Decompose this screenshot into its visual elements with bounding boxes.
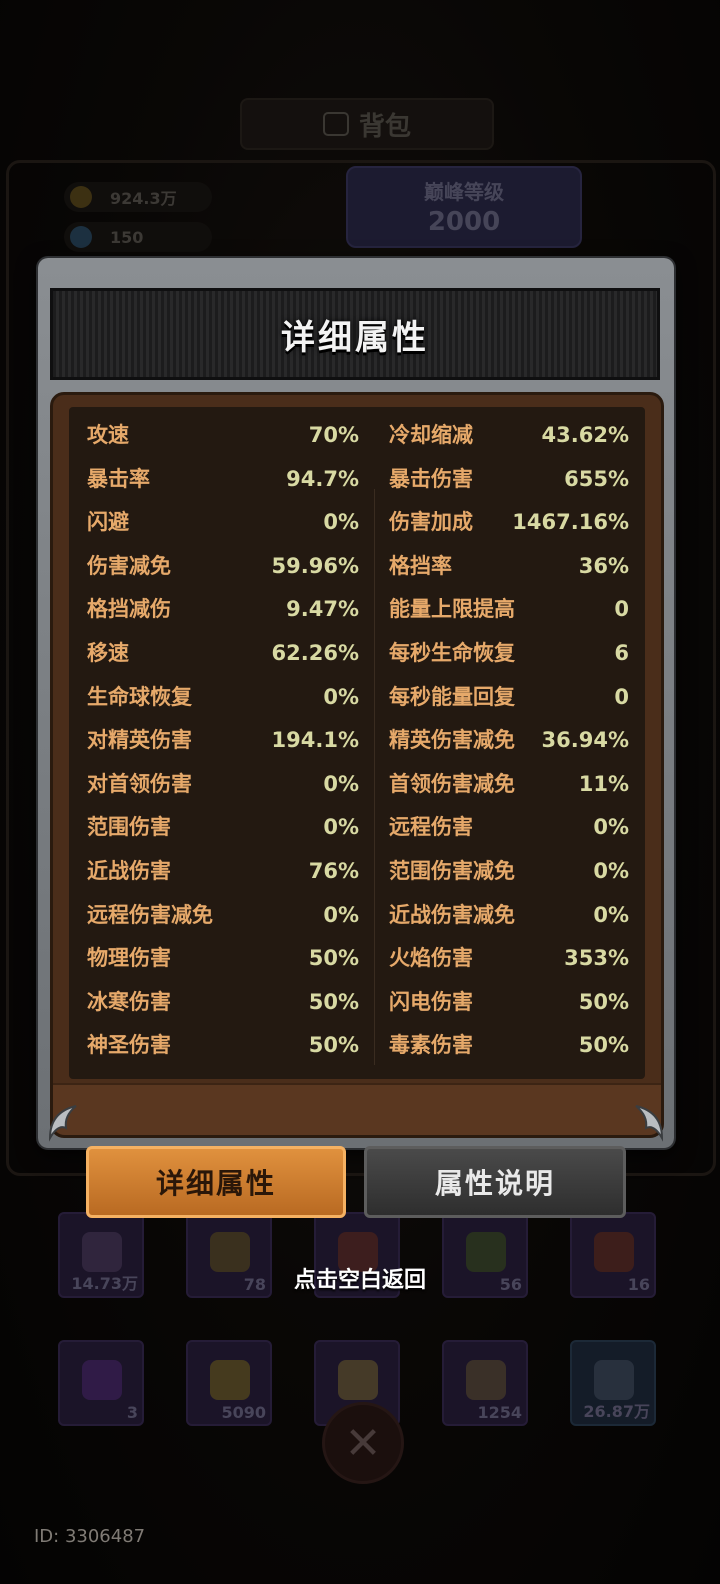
stat-value: 70%: [308, 423, 359, 447]
stat-value: 0%: [323, 815, 359, 840]
stats-list[interactable]: 攻速 70% 冷却缩减 43.62% 暴击率 94.7% 暴击伤害 655% 闪避 0% 伤害加成 1…: [69, 407, 645, 1079]
stat-row: 格挡减伤 9.47% 能量上限提高 0: [69, 589, 645, 629]
stat-value: 76%: [308, 859, 359, 883]
stat-label: 每秒能量回复: [389, 684, 515, 709]
stat-value: 0: [614, 684, 629, 709]
stat-value: 94.7%: [286, 466, 359, 491]
stat-value: 0%: [323, 684, 359, 709]
stat-value: 0%: [323, 902, 359, 927]
modal-header: 详细属性: [50, 288, 660, 380]
stat-value: 194.1%: [271, 728, 359, 753]
stat-value: 50%: [308, 1033, 359, 1058]
stat-value: 50%: [578, 989, 629, 1014]
stat-label: 远程伤害: [389, 815, 473, 840]
stat-value: 43.62%: [541, 423, 629, 447]
stat-row: 移速 62.26% 每秒生命恢复 6: [69, 633, 645, 673]
stat-label: 冰寒伤害: [87, 989, 171, 1014]
stat-value: 0%: [593, 859, 629, 883]
stat-value: 11%: [578, 771, 629, 796]
tab-detail-attributes[interactable]: 详细属性: [86, 1146, 346, 1218]
stat-value: 50%: [308, 946, 359, 971]
corner-ornament-right-icon: [635, 1105, 664, 1142]
stat-row: 近战伤害 76% 范围伤害减免 0%: [69, 851, 645, 891]
stat-label: 对精英伤害: [87, 728, 192, 753]
stat-row: 远程伤害减免 0% 近战伤害减免 0%: [69, 895, 645, 935]
stat-value: 0%: [593, 815, 629, 840]
panel-footer: [53, 1083, 661, 1135]
stat-label: 物理伤害: [87, 946, 171, 971]
stat-label: 对首领伤害: [87, 771, 192, 796]
stat-value: 655%: [564, 466, 629, 491]
stat-value: 62.26%: [271, 641, 359, 665]
detail-attributes-modal: 详细属性 攻速 70% 冷却缩减 43.62% 暴击率 94.7% 暴击伤害 655% 闪避 0%…: [38, 258, 674, 1148]
stat-label: 毒素伤害: [389, 1033, 473, 1058]
stat-value: 36.94%: [541, 728, 629, 753]
tab-attribute-explanation[interactable]: 属性说明: [364, 1146, 626, 1218]
stat-label: 格挡率: [389, 553, 452, 578]
stat-row: 神圣伤害 50% 毒素伤害 50%: [69, 1025, 645, 1065]
stat-value: 1467.16%: [512, 510, 629, 535]
stat-label: 范围伤害: [87, 815, 171, 840]
stat-label: 暴击率: [87, 466, 150, 491]
stat-label: 神圣伤害: [87, 1033, 171, 1058]
stat-value: 353%: [564, 946, 629, 971]
stat-label: 近战伤害: [87, 859, 171, 883]
stat-label: 伤害加成: [389, 510, 473, 535]
stat-row: 攻速 70% 冷却缩减 43.62%: [69, 415, 645, 455]
stat-label: 近战伤害减免: [389, 902, 515, 927]
stat-row: 物理伤害 50% 火焰伤害 353%: [69, 938, 645, 978]
stat-label: 能量上限提高: [389, 597, 515, 622]
stat-row: 伤害减免 59.96% 格挡率 36%: [69, 546, 645, 586]
stat-label: 首领伤害减免: [389, 771, 515, 796]
stat-value: 50%: [308, 989, 359, 1014]
stat-value: 6: [614, 641, 629, 665]
stat-row: 对首领伤害 0% 首领伤害减免 11%: [69, 764, 645, 804]
stat-label: 每秒生命恢复: [389, 641, 515, 665]
tap-to-return-hint: 点击空白返回: [293, 1268, 426, 1293]
stat-row: 对精英伤害 194.1% 精英伤害减免 36.94%: [69, 720, 645, 760]
stat-label: 冷却缩减: [389, 423, 473, 447]
stat-label: 精英伤害减免: [389, 728, 515, 753]
stat-label: 火焰伤害: [389, 946, 473, 971]
stats-panel: 攻速 70% 冷却缩减 43.62% 暴击率 94.7% 暴击伤害 655% 闪避 0% 伤害加成 1…: [50, 392, 664, 1138]
stat-row: 暴击率 94.7% 暴击伤害 655%: [69, 459, 645, 499]
stat-value: 50%: [578, 1033, 629, 1058]
modal-title: 详细属性: [281, 317, 429, 358]
stat-label: 移速: [87, 641, 129, 665]
stat-value: 0%: [593, 902, 629, 927]
stat-label: 攻速: [87, 423, 129, 447]
stat-value: 0%: [323, 771, 359, 796]
stat-row: 闪避 0% 伤害加成 1467.16%: [69, 502, 645, 542]
stat-label: 暴击伤害: [389, 466, 473, 491]
user-id: ID: 3306487: [34, 1526, 146, 1547]
stat-label: 格挡减伤: [87, 597, 171, 622]
stat-label: 闪电伤害: [389, 989, 473, 1014]
stat-label: 伤害减免: [87, 553, 171, 578]
stat-row: 冰寒伤害 50% 闪电伤害 50%: [69, 982, 645, 1022]
stat-value: 9.47%: [286, 597, 359, 622]
stat-value: 59.96%: [271, 553, 359, 578]
stat-row: 生命球恢复 0% 每秒能量回复 0: [69, 677, 645, 717]
corner-ornament-left-icon: [48, 1105, 77, 1142]
stat-value: 0%: [323, 510, 359, 535]
stat-label: 范围伤害减免: [389, 859, 515, 883]
stat-label: 远程伤害减免: [87, 902, 213, 927]
stat-label: 闪避: [87, 510, 129, 535]
stat-row: 范围伤害 0% 远程伤害 0%: [69, 807, 645, 847]
stat-value: 36%: [578, 553, 629, 578]
stat-label: 生命球恢复: [87, 684, 192, 709]
stat-value: 0: [614, 597, 629, 622]
